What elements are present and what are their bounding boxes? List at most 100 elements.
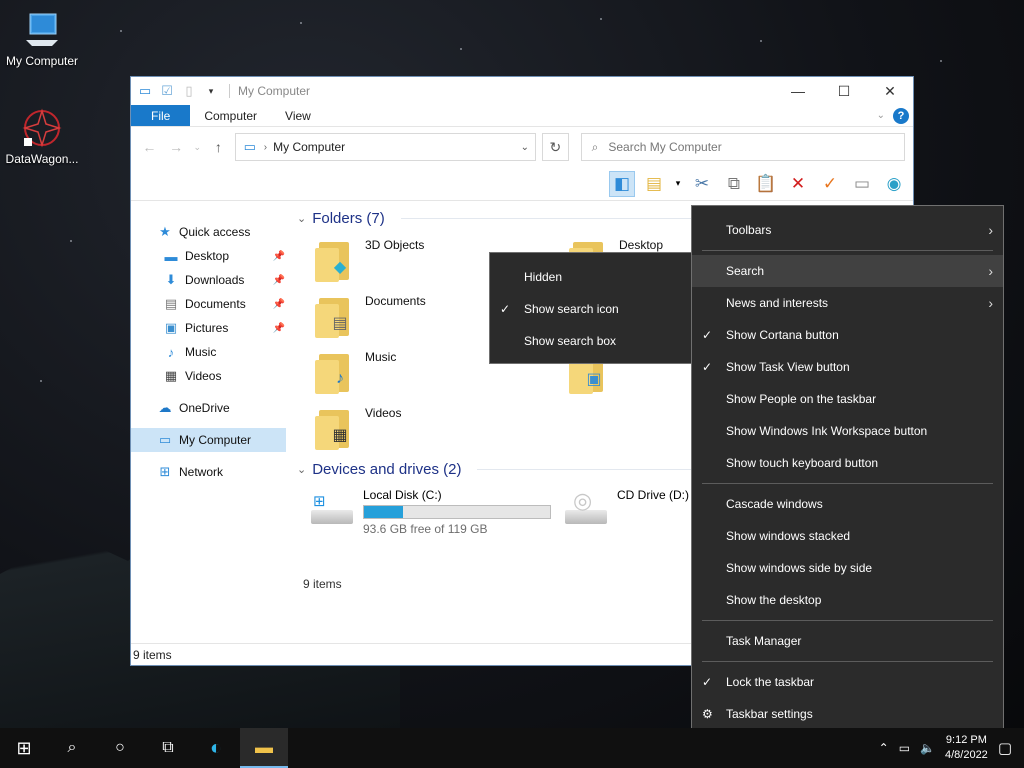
- breadcrumb-my-computer[interactable]: My Computer: [273, 140, 345, 154]
- refresh-button[interactable]: ↻: [542, 133, 569, 161]
- ribbon-tabs: File Computer View ⌄ ?: [131, 105, 913, 127]
- help-icon[interactable]: ?: [893, 107, 909, 124]
- chevron-right-icon: ›: [988, 295, 993, 311]
- nav-network[interactable]: ⊞ Network: [131, 460, 289, 484]
- globe-icon[interactable]: ◉: [881, 171, 907, 197]
- folder-videos[interactable]: ▦ Videos: [315, 406, 401, 450]
- menu-item-touch-keyboard[interactable]: Show touch keyboard button: [692, 447, 1003, 479]
- new-folder-icon[interactable]: ▯: [181, 83, 197, 99]
- menu-item-lock-taskbar[interactable]: ✓ Lock the taskbar: [692, 666, 1003, 698]
- search-input[interactable]: ⌕ Search My Computer: [580, 133, 905, 161]
- taskbar[interactable]: ⊞ ⌕ ○ ⧉ ◐ ▬ ⌃ ▭ 🔈 9:12 PM 4/8/2022 ▢: [0, 728, 1024, 768]
- paste-icon[interactable]: 📋: [753, 171, 779, 197]
- search-submenu: Hidden ✓ Show search icon Show search box: [489, 252, 693, 364]
- tab-computer[interactable]: Computer: [190, 105, 271, 126]
- address-bar[interactable]: ▭ › My Computer ⌄: [234, 133, 537, 161]
- properties-icon[interactable]: ☑: [159, 83, 175, 99]
- volume-icon[interactable]: 🔈: [920, 741, 935, 755]
- nav-music[interactable]: ♪ Music: [131, 340, 289, 364]
- menu-item-cascade[interactable]: Cascade windows: [692, 488, 1003, 520]
- maximize-button[interactable]: ☐: [821, 77, 867, 105]
- recent-locations-icon[interactable]: ⌄: [193, 142, 202, 153]
- nav-desktop[interactable]: ▬ Desktop 📌: [131, 244, 289, 268]
- menu-label: Show touch keyboard button: [726, 456, 879, 470]
- close-button[interactable]: ✕: [867, 77, 913, 105]
- minimize-button[interactable]: —: [775, 77, 821, 105]
- folder-music[interactable]: ♪ Music: [315, 350, 396, 394]
- menu-item-show-search-icon[interactable]: ✓ Show search icon: [490, 293, 692, 325]
- notifications-icon[interactable]: ▢: [998, 739, 1012, 757]
- rename-icon[interactable]: ▭: [849, 171, 875, 197]
- start-button[interactable]: ⊞: [0, 728, 48, 768]
- up-button[interactable]: ↑: [208, 139, 229, 155]
- menu-item-hidden[interactable]: Hidden: [490, 261, 692, 293]
- show-hidden-icons-chevron-icon[interactable]: ⌃: [879, 741, 889, 755]
- desktop-icon-my-computer[interactable]: My Computer: [0, 10, 84, 68]
- drive-c[interactable]: ⊞ Local Disk (C:) 93.6 GB free of 119 GB: [309, 488, 551, 536]
- folder-3d-objects[interactable]: ◆ 3D Objects: [315, 238, 424, 282]
- desktop-icon-label: DataWagon...: [5, 152, 79, 166]
- menu-item-task-manager[interactable]: Task Manager: [692, 625, 1003, 657]
- nav-label: Network: [179, 465, 224, 479]
- nav-my-computer[interactable]: ▭ My Computer: [131, 428, 286, 452]
- menu-item-news[interactable]: News and interests ›: [692, 287, 1003, 319]
- back-button[interactable]: ←: [139, 139, 160, 155]
- status-text: 9 items: [133, 647, 172, 662]
- nav-downloads[interactable]: ⬇ Downloads 📌: [131, 268, 289, 292]
- menu-item-cortana[interactable]: ✓ Show Cortana button: [692, 319, 1003, 351]
- cut-icon[interactable]: ✂: [689, 171, 715, 197]
- nav-onedrive[interactable]: ☁ OneDrive: [131, 396, 289, 420]
- menu-item-ink-workspace[interactable]: Show Windows Ink Workspace button: [692, 415, 1003, 447]
- tab-view[interactable]: View: [271, 105, 325, 126]
- cd-disc-icon: ◎: [573, 488, 593, 513]
- menu-item-toolbars[interactable]: Toolbars ›: [692, 214, 1003, 246]
- file-explorer-taskbar-button[interactable]: ▬: [240, 728, 288, 768]
- nav-pictures[interactable]: ▣ Pictures 📌: [131, 316, 289, 340]
- drive-usage-bar: [363, 505, 551, 519]
- music-note-icon: ♪: [167, 344, 175, 360]
- cortana-button[interactable]: ○: [96, 728, 144, 768]
- network-icon[interactable]: ▭: [899, 741, 910, 755]
- edge-taskbar-button[interactable]: ◐: [192, 728, 240, 768]
- menu-item-people[interactable]: Show People on the taskbar: [692, 383, 1003, 415]
- check-icon: ✓: [500, 302, 511, 316]
- menu-label: Show Cortana button: [726, 328, 839, 342]
- menu-item-show-desktop[interactable]: Show the desktop: [692, 584, 1003, 616]
- customize-quick-access-icon[interactable]: ▾: [203, 83, 219, 99]
- expand-ribbon-icon[interactable]: ⌄: [877, 110, 885, 121]
- nav-videos[interactable]: ▦ Videos: [131, 364, 289, 388]
- forward-button[interactable]: →: [166, 139, 187, 155]
- menu-item-task-view[interactable]: ✓ Show Task View button: [692, 351, 1003, 383]
- menu-item-taskbar-settings[interactable]: ⚙ Taskbar settings: [692, 698, 1003, 730]
- nav-label: My Computer: [179, 433, 252, 447]
- select-check-icon[interactable]: ✓: [817, 171, 843, 197]
- title-bar[interactable]: ▭ ☑ ▯ ▾ My Computer — ☐ ✕: [131, 77, 913, 105]
- folder-icon: ▬: [255, 736, 273, 757]
- nav-quick-access[interactable]: ★ Quick access: [131, 220, 289, 244]
- search-button[interactable]: ⌕: [48, 728, 96, 768]
- menu-item-side-by-side[interactable]: Show windows side by side: [692, 552, 1003, 584]
- menu-label: Cascade windows: [726, 497, 823, 511]
- tab-file[interactable]: File: [131, 105, 191, 126]
- task-view-button[interactable]: ⧉: [144, 728, 192, 768]
- menu-item-search[interactable]: Search ›: [692, 255, 1003, 287]
- desktop-icon-datawagon[interactable]: DataWagon...: [0, 108, 84, 166]
- navigation-pane-icon[interactable]: ◧: [609, 170, 635, 197]
- drive-label: CD Drive (D:): [617, 488, 689, 502]
- menu-label: Show People on the taskbar: [726, 392, 877, 406]
- layout-dropdown-icon[interactable]: ▾: [673, 171, 683, 197]
- copy-icon[interactable]: ⧉: [721, 171, 747, 197]
- preview-pane-icon[interactable]: ▤: [641, 171, 667, 197]
- delete-icon[interactable]: ✕: [785, 171, 811, 197]
- menu-item-stacked[interactable]: Show windows stacked: [692, 520, 1003, 552]
- windows-logo-icon: ⊞: [16, 737, 32, 758]
- address-dropdown-icon[interactable]: ⌄: [521, 142, 529, 153]
- folder-documents[interactable]: ▤ Documents: [315, 294, 426, 338]
- music-note-icon: ♪: [336, 370, 344, 387]
- menu-item-show-search-box[interactable]: Show search box: [490, 325, 692, 357]
- nav-documents[interactable]: ▤ Documents 📌: [131, 292, 289, 316]
- desktop-folder-icon: ▬: [164, 248, 178, 264]
- clock[interactable]: 9:12 PM 4/8/2022: [945, 733, 988, 763]
- drive-d[interactable]: ◎ CD Drive (D:): [563, 488, 689, 528]
- nav-label: Pictures: [185, 321, 229, 335]
